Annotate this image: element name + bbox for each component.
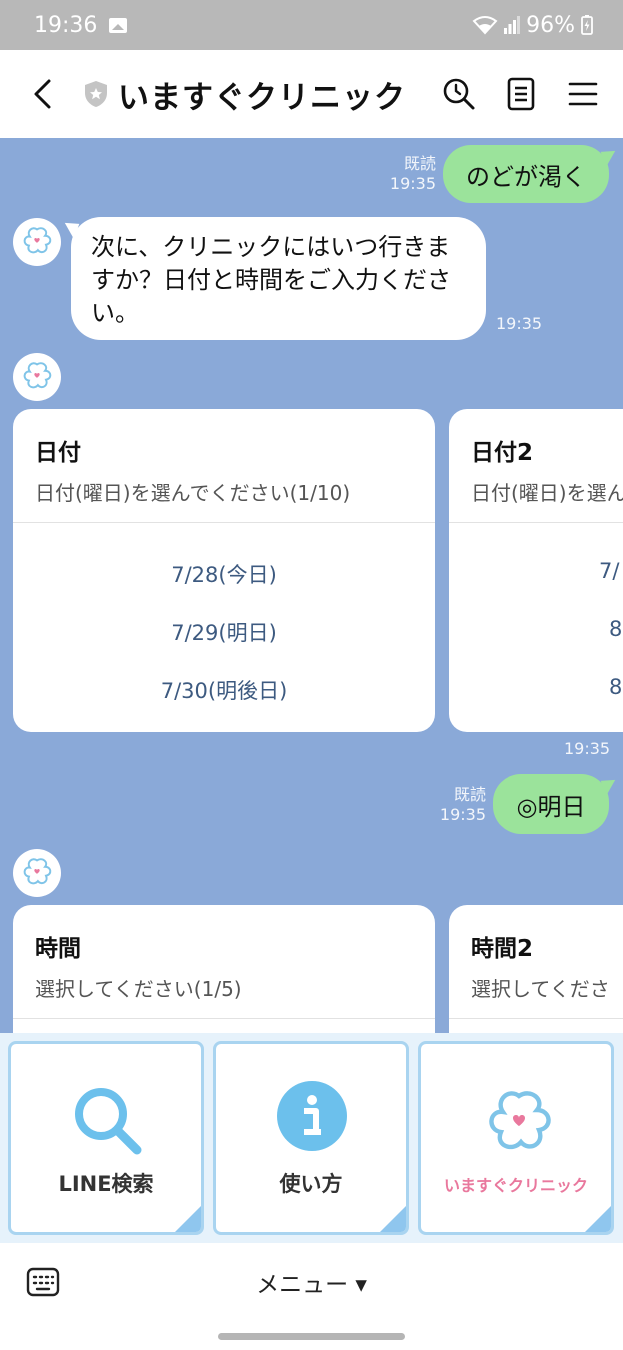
menu-button[interactable]: [565, 76, 601, 112]
tile-corner: [585, 1206, 611, 1232]
hamburger-icon: [568, 82, 598, 106]
date-option[interactable]: 8: [609, 617, 622, 641]
card-title: 時間2: [471, 936, 534, 962]
divider: [13, 522, 435, 523]
chat-area[interactable]: 既読 19:35 のどが渇く 次に、クリニックにはいつ行きますか？日付と時間をご…: [0, 138, 623, 1033]
notes-button[interactable]: [503, 76, 539, 112]
page-title: いますぐクリニック: [118, 79, 406, 116]
read-receipt: 既読: [403, 154, 436, 173]
search-clock-icon: [443, 78, 475, 110]
divider: [449, 522, 623, 523]
rich-menu-label: 使い方: [279, 1172, 343, 1196]
rich-menu-how-to[interactable]: 使い方: [213, 1041, 409, 1235]
received-message[interactable]: 次に、クリニックにはいつ行きますか？日付と時間をご入力ください。: [71, 217, 486, 340]
message-time: 19:35: [564, 739, 611, 758]
wifi-icon: [472, 15, 498, 35]
bottom-bar: メニュー ▾: [0, 1243, 623, 1323]
date-card-2: 日付2 日付(曜日)を選ん 7/ 8 8: [449, 409, 623, 732]
back-button[interactable]: [22, 74, 62, 114]
card-subtitle: 日付(曜日)を選んでください(1/10): [35, 481, 351, 505]
card-title: 日付: [35, 440, 81, 466]
message-meta: 既読 19:35: [436, 785, 486, 825]
date-card: 日付 日付(曜日)を選んでください(1/10) 7/28(今日) 7/29(明日…: [13, 409, 435, 732]
notes-icon: [507, 77, 535, 111]
status-bar: 19:36 96%: [0, 0, 623, 50]
rich-menu-line-search[interactable]: LINE検索: [8, 1041, 204, 1235]
date-option-today[interactable]: 7/28(今日): [13, 559, 435, 589]
card-title: 日付2: [471, 440, 534, 466]
search-button[interactable]: [441, 76, 477, 112]
message-time: 19:35: [389, 174, 436, 193]
verified-shield-icon: [85, 81, 107, 107]
clinic-logo-icon: [23, 858, 52, 885]
image-notification-icon: [109, 17, 128, 33]
rich-menu-label: LINE検索: [58, 1172, 154, 1196]
divider: [449, 1018, 623, 1019]
read-receipt: 既読: [453, 785, 486, 804]
date-option-tomorrow[interactable]: 7/29(明日): [13, 617, 435, 647]
message-time: 19:35: [496, 314, 543, 333]
info-icon: [277, 1081, 347, 1151]
clinic-logo-icon: [23, 227, 52, 254]
chat-header: いますぐクリニック: [0, 50, 623, 138]
card-title: 時間: [35, 936, 81, 962]
home-indicator[interactable]: [218, 1333, 405, 1340]
message-meta: 既読 19:35: [384, 154, 436, 194]
date-option[interactable]: 8: [609, 675, 622, 699]
time-card: 時間 選択してください(1/5): [13, 905, 435, 1033]
card-subtitle: 選択してくださ: [471, 977, 610, 1001]
clinic-logo-icon: [23, 362, 52, 389]
avatar[interactable]: [13, 849, 61, 897]
card-subtitle: 日付(曜日)を選ん: [471, 481, 623, 505]
card-subtitle: 選択してください(1/5): [35, 977, 242, 1001]
message-time: 19:35: [439, 805, 486, 824]
sent-message[interactable]: ◎明日: [493, 774, 609, 834]
clinic-brand-text: いますぐクリニック: [443, 1176, 588, 1195]
date-option[interactable]: 7/: [599, 559, 619, 583]
signal-icon: [504, 16, 521, 34]
date-option-day-after[interactable]: 7/30(明後日): [13, 675, 435, 705]
sent-message[interactable]: のどが渇く: [443, 145, 609, 203]
header-actions: [441, 76, 601, 112]
menu-toggle[interactable]: メニュー ▾: [0, 1265, 623, 1299]
search-icon: [75, 1088, 142, 1155]
chevron-left-icon: [34, 79, 51, 109]
avatar[interactable]: [13, 218, 61, 266]
rich-menu: LINE検索 使い方 いますぐクリニック: [0, 1033, 623, 1243]
time-card-2: 時間2 選択してくださ: [449, 905, 623, 1033]
rich-menu-clinic[interactable]: いますぐクリニック: [418, 1041, 614, 1235]
tile-corner: [175, 1206, 201, 1232]
divider: [13, 1018, 435, 1019]
tile-corner: [380, 1206, 406, 1232]
battery-icon: [581, 15, 593, 35]
avatar[interactable]: [13, 353, 61, 401]
status-time: 19:36: [34, 12, 98, 38]
battery-percentage: 96%: [526, 12, 575, 38]
status-indicators: 96%: [472, 13, 593, 38]
clinic-logo-icon: [489, 1091, 551, 1150]
